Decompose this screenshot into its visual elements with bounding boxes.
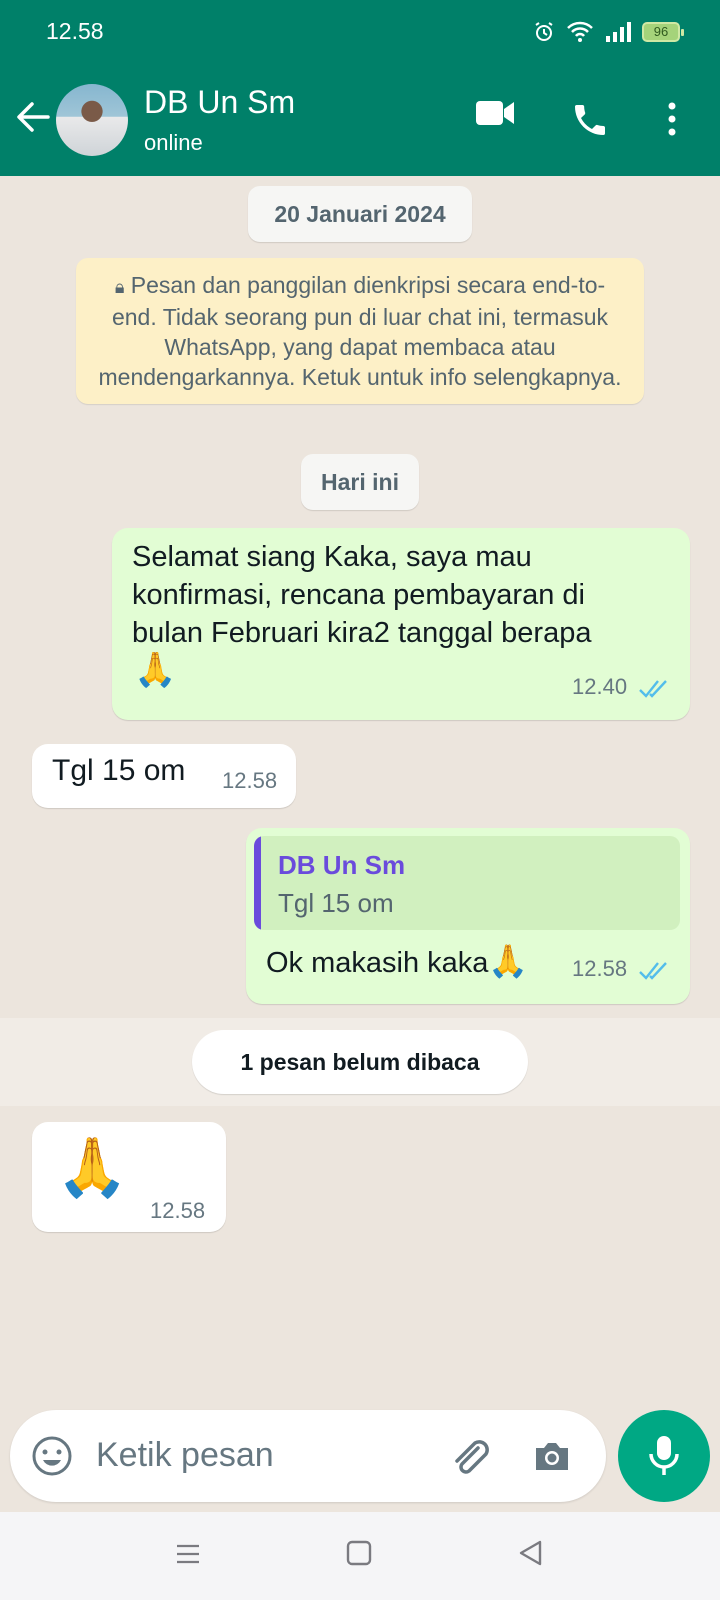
video-call-icon[interactable] — [474, 96, 516, 130]
battery-icon: 96 — [642, 22, 684, 42]
message-text: Selamat siang Kaka, saya mau konfirmasi,… — [132, 541, 592, 649]
encryption-notice-text: Pesan dan panggilan dienkripsi secara en… — [98, 272, 622, 390]
chat-area[interactable]: 20 Januari 2024 🔒︎ Pesan dan panggilan d… — [0, 176, 720, 1510]
contact-status: online — [144, 130, 203, 155]
menu-nav-icon[interactable] — [174, 1540, 202, 1568]
more-options-icon[interactable] — [666, 100, 678, 138]
reply-author: DB Un Sm — [278, 850, 406, 880]
pray-emoji: 🙏 — [134, 651, 177, 689]
message-bubble-incoming[interactable]: Tgl 15 om 12.58 — [32, 744, 296, 808]
read-ticks-icon — [639, 680, 667, 698]
read-ticks-icon — [639, 962, 667, 980]
emoji-icon[interactable] — [30, 1434, 74, 1478]
message-time: 12.58 — [150, 1198, 206, 1223]
voice-record-button[interactable] — [618, 1410, 710, 1502]
contact-name[interactable]: DB Un Sm — [144, 84, 295, 121]
app-header: 12.58 96 DB Un Sm online — [0, 0, 720, 176]
alarm-icon — [535, 22, 553, 41]
date-pill: 20 Januari 2024 — [248, 186, 472, 242]
status-time: 12.58 — [46, 18, 104, 44]
message-bubble-outgoing[interactable]: Selamat siang Kaka, saya mau konfirmasi,… — [112, 528, 690, 720]
message-bubble-incoming[interactable]: 🙏 12.58 — [32, 1122, 226, 1232]
pray-emoji: 🙏 — [488, 943, 529, 979]
reply-text: Tgl 15 om — [278, 888, 394, 918]
unread-pill: 1 pesan belum dibaca — [192, 1030, 528, 1094]
attach-icon[interactable] — [448, 1436, 492, 1480]
message-text-body: Ok makasih kaka — [266, 947, 489, 979]
back-nav-icon[interactable] — [516, 1538, 546, 1568]
camera-icon[interactable] — [530, 1434, 574, 1478]
message-time: 12.58 — [222, 768, 278, 793]
status-icons: 96 — [532, 20, 684, 44]
message-text: Ok makasih kaka🙏 — [266, 942, 528, 980]
signal-icon — [606, 22, 631, 42]
microphone-icon — [649, 1436, 679, 1475]
avatar[interactable] — [56, 84, 128, 156]
message-text: Tgl 15 om — [52, 754, 186, 787]
home-nav-icon[interactable] — [344, 1538, 374, 1568]
message-input[interactable]: Ketik pesan — [96, 1436, 274, 1475]
system-nav-bar — [0, 1512, 720, 1600]
wifi-icon — [567, 21, 593, 42]
quoted-reply[interactable]: DB Un Sm Tgl 15 om — [254, 836, 680, 930]
message-composer[interactable]: Ketik pesan — [10, 1410, 606, 1502]
back-arrow-icon[interactable] — [14, 98, 52, 136]
reply-accent-bar — [254, 836, 261, 930]
message-time: 12.58 — [572, 956, 628, 981]
voice-call-icon[interactable] — [570, 100, 610, 140]
pray-emoji: 🙏 — [56, 1135, 129, 1200]
encryption-notice[interactable]: 🔒︎ Pesan dan panggilan dienkripsi secara… — [76, 258, 644, 404]
message-time: 12.40 — [572, 674, 628, 699]
today-pill: Hari ini — [301, 454, 419, 510]
lock-icon: 🔒︎ — [114, 277, 125, 297]
